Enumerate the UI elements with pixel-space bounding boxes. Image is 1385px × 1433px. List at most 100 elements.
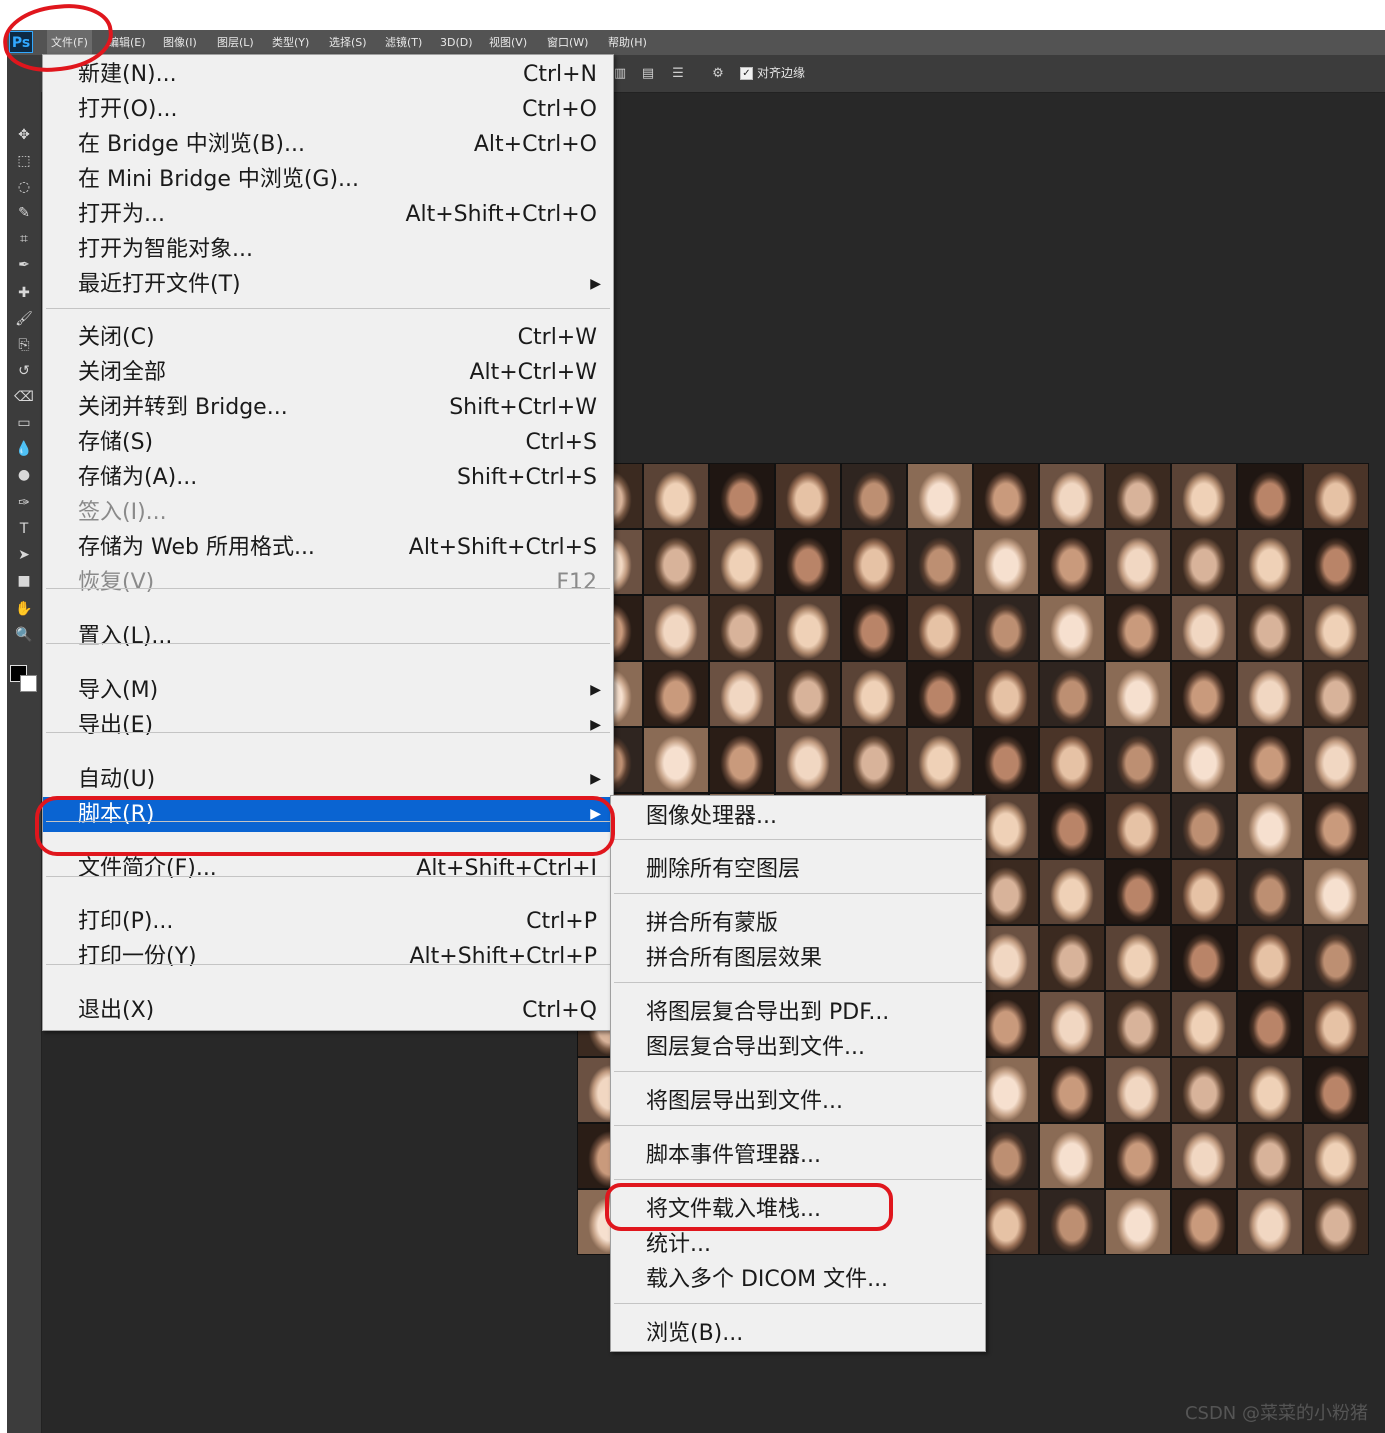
file-menu-item[interactable]: 关闭全部 Alt+Ctrl+W	[43, 355, 613, 390]
menu-filter[interactable]: 滤镜(T)	[381, 30, 426, 55]
menu-file[interactable]: 文件(F)	[47, 30, 92, 55]
eyedropper-tool-icon[interactable]: ✒	[11, 254, 37, 276]
rectangle-tool-icon[interactable]: ■	[11, 570, 37, 592]
hand-tool-icon[interactable]: ✋	[11, 598, 37, 620]
quick-select-tool-icon[interactable]: ✎	[11, 202, 37, 224]
file-menu-item-label: 打开为智能对象...	[78, 237, 253, 262]
crop-tool-icon[interactable]: ⌗	[11, 228, 37, 250]
face-thumbnail	[710, 728, 774, 792]
align-edges-checkbox[interactable]: ✓	[740, 67, 753, 80]
scripts-menu-item[interactable]: 拼合所有图层效果	[611, 941, 985, 976]
face-thumbnail	[1304, 1058, 1368, 1122]
file-menu-item[interactable]: 文件简介(F)... Alt+Shift+Ctrl+I	[43, 851, 613, 886]
face-thumbnail	[974, 596, 1038, 660]
scripts-menu-item[interactable]: 删除所有空图层	[611, 852, 985, 887]
file-menu-item[interactable]: 打开为... Alt+Shift+Ctrl+O	[43, 197, 613, 232]
eraser-tool-icon[interactable]: ⌫	[11, 386, 37, 408]
menu-window[interactable]: 窗口(W)	[543, 30, 592, 55]
file-menu-item-label: 文件简介(F)...	[78, 856, 217, 881]
face-thumbnail	[1106, 728, 1170, 792]
face-thumbnail	[710, 662, 774, 726]
file-menu-item-label: 脚本(R)	[78, 802, 155, 827]
scripts-menu-item-label: 统计...	[646, 1232, 711, 1257]
menu-separator	[614, 982, 982, 983]
menu-type[interactable]: 类型(Y)	[268, 30, 313, 55]
menu-3d[interactable]: 3D(D)	[436, 30, 477, 55]
menu-select[interactable]: 选择(S)	[325, 30, 371, 55]
file-menu-item[interactable]: 置入(L)...	[43, 619, 613, 654]
face-thumbnail	[1238, 1058, 1302, 1122]
file-menu-item[interactable]: 存储(S) Ctrl+S	[43, 425, 613, 460]
file-menu-item[interactable]: 自动(U) ▶	[43, 762, 613, 797]
face-thumbnail	[1172, 464, 1236, 528]
scripts-menu-item[interactable]: 脚本事件管理器...	[611, 1138, 985, 1173]
file-menu-item-label: 在 Bridge 中浏览(B)...	[78, 132, 305, 157]
file-menu-item[interactable]: 导出(E) ▶	[43, 708, 613, 743]
pen-tool-icon[interactable]: ✑	[11, 492, 37, 514]
menu-help[interactable]: 帮助(H)	[604, 30, 651, 55]
menu-edit[interactable]: 编辑(E)	[104, 30, 150, 55]
zoom-tool-icon[interactable]: 🔍	[11, 624, 37, 646]
file-menu-item[interactable]: 打印一份(Y) Alt+Shift+Ctrl+P	[43, 939, 613, 974]
gear-icon[interactable]: ⚙	[709, 66, 727, 82]
brush-tool-icon[interactable]: 🖌	[11, 308, 37, 330]
file-menu-item[interactable]: 关闭(C) Ctrl+W	[43, 320, 613, 355]
layers-stack-icon[interactable]: ☰	[669, 66, 687, 82]
file-menu-item-label: 存储为 Web 所用格式...	[78, 535, 315, 560]
menu-view[interactable]: 视图(V)	[485, 30, 531, 55]
face-thumbnail	[776, 662, 840, 726]
file-menu-item[interactable]: 存储为 Web 所用格式... Alt+Shift+Ctrl+S	[43, 530, 613, 565]
lasso-tool-icon[interactable]: ◌	[11, 176, 37, 198]
face-thumbnail	[1106, 464, 1170, 528]
file-menu-item[interactable]: 在 Bridge 中浏览(B)... Alt+Ctrl+O	[43, 127, 613, 162]
history-brush-tool-icon[interactable]: ↺	[11, 360, 37, 382]
file-menu-item[interactable]: 关闭并转到 Bridge... Shift+Ctrl+W	[43, 390, 613, 425]
file-menu-item[interactable]: 最近打开文件(T) ▶	[43, 267, 613, 302]
distribute-icon[interactable]: ▤	[639, 66, 657, 82]
face-thumbnail	[1304, 728, 1368, 792]
scripts-menu-item[interactable]: 统计...	[611, 1227, 985, 1262]
face-thumbnail	[842, 728, 906, 792]
menu-layer[interactable]: 图层(L)	[213, 30, 258, 55]
scripts-menu-item[interactable]: 图像处理器...	[611, 799, 985, 834]
scripts-menu-item[interactable]: 拼合所有蒙版	[611, 906, 985, 941]
clone-stamp-tool-icon[interactable]: ⎘	[11, 334, 37, 356]
file-menu-item-label: 在 Mini Bridge 中浏览(G)...	[78, 167, 360, 192]
file-menu-item[interactable]: 存储为(A)... Shift+Ctrl+S	[43, 460, 613, 495]
scripts-menu-item-label: 图层复合导出到文件...	[646, 1035, 865, 1060]
file-menu-item-label: 导出(E)	[78, 713, 154, 738]
face-thumbnail	[1304, 860, 1368, 924]
menu-image[interactable]: 图像(I)	[159, 30, 201, 55]
marquee-tool-icon[interactable]: ⬚	[11, 150, 37, 172]
type-tool-icon[interactable]: T	[11, 518, 37, 540]
healing-brush-tool-icon[interactable]: ✚	[11, 282, 37, 304]
file-menu-item[interactable]: 打印(P)... Ctrl+P	[43, 904, 613, 939]
scripts-menu-item[interactable]: 图层复合导出到文件...	[611, 1030, 985, 1065]
menu-separator	[46, 588, 610, 589]
face-thumbnail	[644, 464, 708, 528]
scripts-menu-item-label: 拼合所有图层效果	[646, 946, 823, 971]
menu-separator	[614, 1303, 982, 1304]
face-thumbnail	[1304, 530, 1368, 594]
file-menu-item-label: 置入(L)...	[78, 624, 173, 649]
background-color-swatch[interactable]	[20, 675, 37, 692]
file-menu-item[interactable]: 打开(O)... Ctrl+O	[43, 92, 613, 127]
file-menu-item[interactable]: 打开为智能对象...	[43, 232, 613, 267]
file-menu-item[interactable]: 脚本(R) ▶	[43, 797, 613, 832]
scripts-menu-item[interactable]: 浏览(B)...	[611, 1316, 985, 1351]
face-thumbnail	[1304, 1190, 1368, 1254]
blur-tool-icon[interactable]: 💧	[11, 438, 37, 460]
file-menu-item[interactable]: 导入(M) ▶	[43, 673, 613, 708]
scripts-menu-item[interactable]: 载入多个 DICOM 文件...	[611, 1262, 985, 1297]
scripts-menu-item[interactable]: 将图层复合导出到 PDF...	[611, 995, 985, 1030]
file-menu-item[interactable]: 退出(X) Ctrl+Q	[43, 993, 613, 1028]
scripts-menu-item[interactable]: 将图层导出到文件...	[611, 1084, 985, 1119]
move-tool-icon[interactable]: ✥	[11, 124, 37, 146]
scripts-menu-item[interactable]: 将文件载入堆栈...	[611, 1192, 985, 1227]
dodge-tool-icon[interactable]: ●	[11, 464, 37, 486]
gradient-tool-icon[interactable]: ▭	[11, 412, 37, 434]
file-menu-item[interactable]: 新建(N)... Ctrl+N	[43, 57, 613, 92]
file-menu-item[interactable]: 在 Mini Bridge 中浏览(G)...	[43, 162, 613, 197]
face-thumbnail	[908, 596, 972, 660]
path-select-tool-icon[interactable]: ➤	[11, 544, 37, 566]
